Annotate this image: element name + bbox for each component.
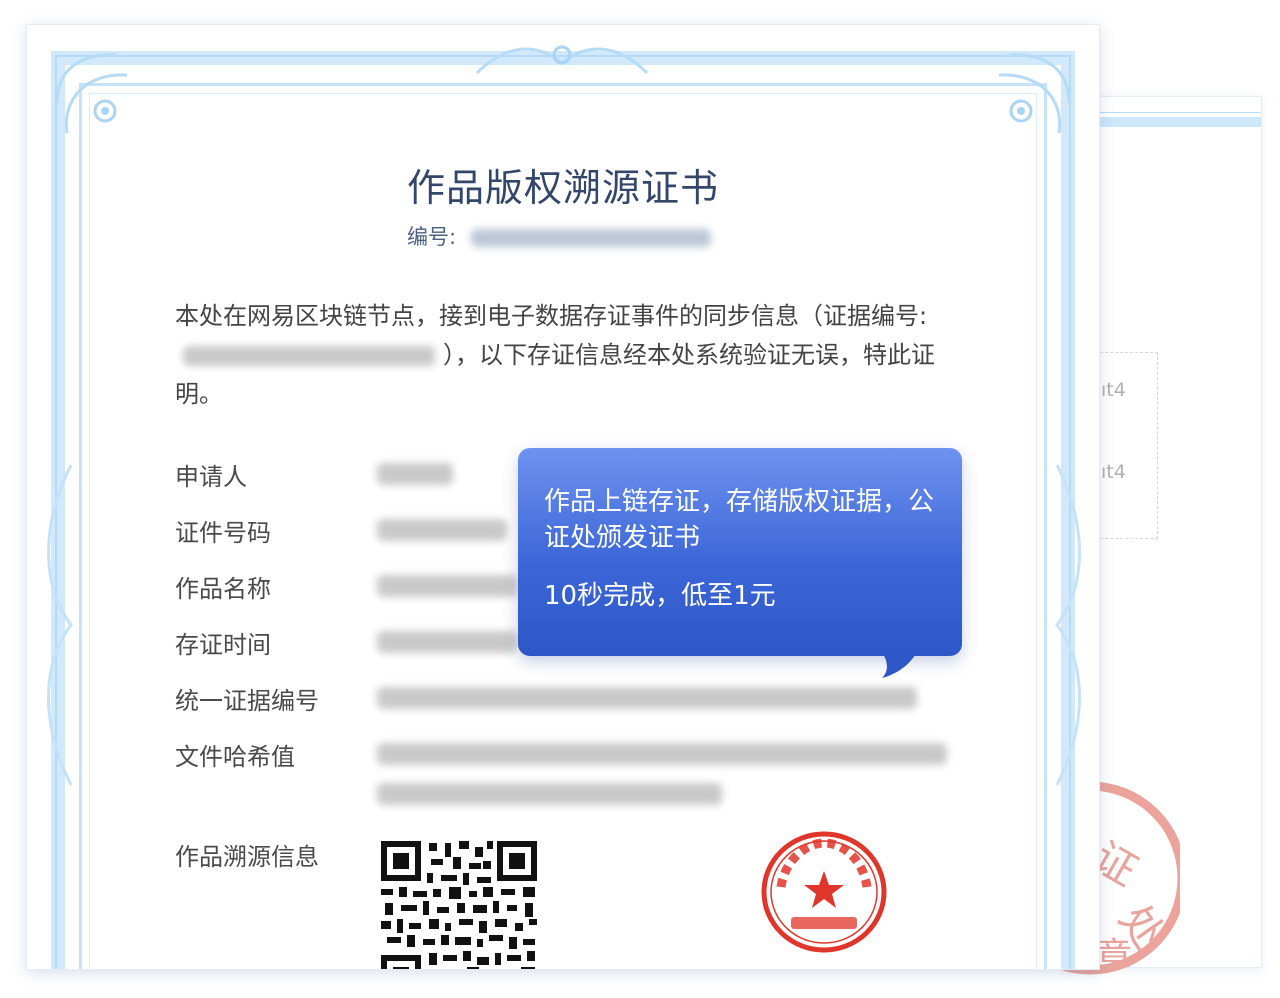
row-label-trace-info: 作品溯源信息 — [175, 843, 319, 871]
certificate-serial: 编号: — [407, 221, 711, 251]
intro-text-start: 本处在网易区块链节点，接到电子数据存证事件的同步信息（证据编号: — [175, 302, 928, 330]
certificate-title: 作品版权溯源证书 — [406, 166, 719, 210]
back-certificate-value-1: ıt4 — [1101, 379, 1126, 401]
serial-label: 编号: — [407, 225, 457, 249]
evidence-number-redacted — [183, 346, 435, 366]
back-certificate-value-2: ıt4 — [1101, 461, 1126, 483]
top-center-ornament-icon — [475, 45, 649, 75]
corner-ornament-top-left-icon — [55, 53, 128, 134]
tooltip-subline: 10秒完成，低至1元 — [544, 581, 776, 611]
row-label-timestamp: 存证时间 — [175, 631, 271, 659]
row-value-evidence-number-redacted — [377, 687, 917, 709]
row-label-work-name: 作品名称 — [175, 575, 271, 603]
row-value-id-number-redacted — [377, 519, 507, 541]
left-side-ornament-icon — [47, 464, 73, 786]
right-side-ornament-icon — [1055, 464, 1081, 786]
svg-text:章: 章 — [1096, 936, 1132, 977]
row-value-timestamp-redacted — [377, 631, 517, 653]
corner-ornament-top-right-icon — [998, 53, 1071, 134]
certificate-intro: 本处在网易区块链节点，接到电子数据存证事件的同步信息（证据编号:），以下存证信息… — [175, 297, 965, 414]
feature-tooltip: 作品上链存证，存储版权证据，公证处颁发证书 10秒完成，低至1元 — [518, 448, 962, 678]
official-seal-icon — [761, 831, 887, 953]
row-value-work-name-redacted — [377, 575, 517, 597]
tooltip-tail-icon — [878, 648, 918, 678]
serial-value-redacted — [470, 229, 711, 247]
row-value-file-hash-redacted — [377, 743, 947, 805]
row-label-id-number: 证件号码 — [175, 519, 271, 547]
row-value-applicant-redacted — [377, 463, 453, 485]
row-label-file-hash: 文件哈希值 — [175, 743, 295, 771]
tooltip-headline: 作品上链存证，存储版权证据，公证处颁发证书 — [544, 487, 935, 553]
qr-code[interactable] — [379, 839, 539, 970]
row-label-applicant: 申请人 — [175, 463, 247, 491]
row-label-evidence-number: 统一证据编号 — [175, 687, 319, 715]
